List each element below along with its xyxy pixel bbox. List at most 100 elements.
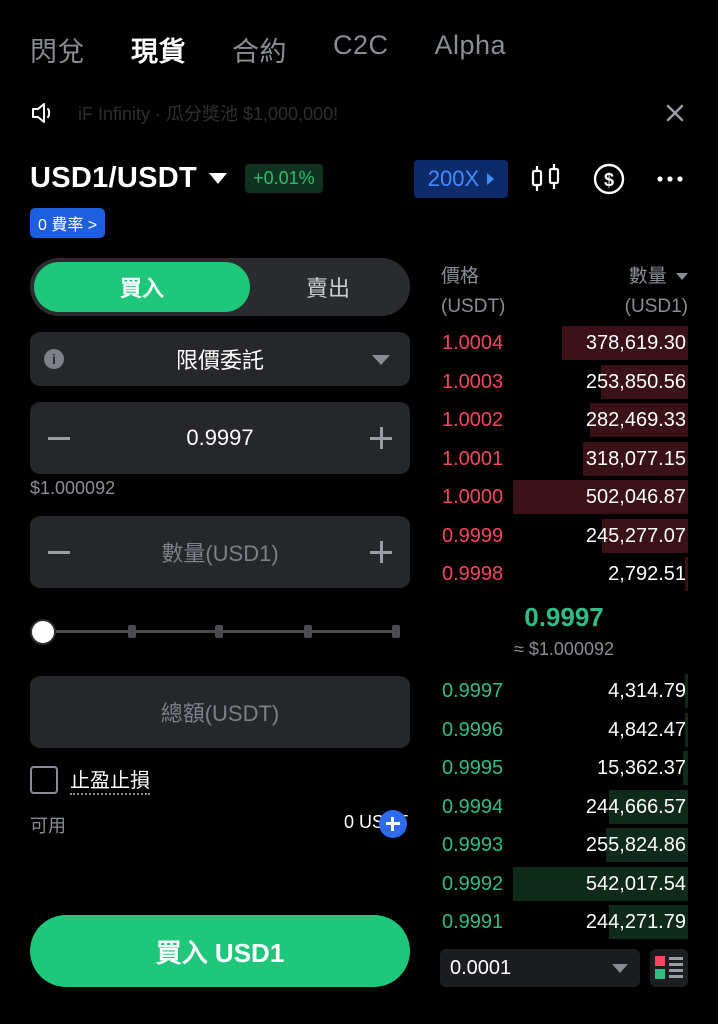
ask-price[interactable]: 1.0003 — [442, 371, 503, 394]
tab-convert[interactable]: 閃兌 — [30, 30, 85, 69]
bid-price[interactable]: 0.9992 — [442, 873, 503, 896]
more-icon[interactable] — [652, 161, 688, 197]
ask-price[interactable]: 1.0002 — [442, 409, 503, 432]
decrease-quantity-button[interactable] — [48, 551, 70, 554]
ask-price[interactable]: 0.9998 — [442, 563, 503, 586]
ask-row[interactable]: 1.0000 502,046.87 — [440, 480, 688, 514]
last-price: 0.9997 — [524, 602, 604, 632]
ask-row[interactable]: 1.0003 253,850.56 — [440, 364, 688, 399]
leverage-label: 200X — [427, 166, 480, 191]
ask-quantity[interactable]: 282,469.33 — [586, 409, 686, 432]
price-change-badge: +0.01% — [245, 164, 323, 193]
tab-c2c[interactable]: C2C — [333, 30, 389, 69]
tpsl-label[interactable]: 止盈止損 — [70, 764, 150, 795]
ask-row[interactable]: 1.0002 282,469.33 — [440, 403, 688, 437]
slider-tick-25[interactable] — [128, 625, 136, 638]
market-tabs: 閃兌 現貨 合約 C2C Alpha — [30, 30, 552, 69]
bid-price[interactable]: 0.9997 — [442, 680, 503, 703]
bid-quantity[interactable]: 542,017.54 — [586, 873, 686, 896]
orderbook-price-header: 價格 (USDT) — [441, 262, 505, 322]
price-step-select[interactable]: 0.0001 — [440, 949, 640, 987]
order-type-label: 限價委託 — [175, 348, 264, 373]
ask-row[interactable]: 1.0004 378,619.30 — [440, 326, 688, 360]
chevron-down-icon — [612, 964, 628, 973]
slider-tick-50[interactable] — [215, 625, 223, 638]
increase-quantity-button[interactable] — [370, 541, 392, 563]
sell-tab[interactable]: 賣出 — [250, 262, 406, 312]
ask-quantity[interactable]: 2,792.51 — [608, 563, 686, 586]
orderbook-layout-icon[interactable] — [650, 949, 688, 987]
bid-row[interactable]: 0.9997 4,314.79 — [440, 674, 688, 708]
ask-quantity[interactable]: 318,077.15 — [586, 448, 686, 471]
tab-spot[interactable]: 現貨 — [131, 30, 186, 69]
last-price-usd: ≈ $1.000092 — [514, 639, 614, 659]
bid-row[interactable]: 0.9996 4,842.47 — [440, 712, 688, 747]
tpsl-checkbox[interactable] — [30, 765, 58, 794]
ask-row[interactable]: 0.9999 245,277.07 — [440, 518, 688, 553]
bid-quantity[interactable]: 4,314.79 — [608, 680, 686, 703]
pair-header[interactable]: USD1/USDT +0.01% — [30, 162, 323, 195]
bid-price[interactable]: 0.9994 — [442, 796, 503, 819]
order-type-select[interactable]: i 限價委託 — [30, 332, 410, 386]
available-label: 可用 — [30, 816, 66, 836]
announcement-bar[interactable]: iF Infinity · 瓜分獎池 $1,000,000! — [30, 98, 690, 128]
tpsl-option[interactable]: 止盈止損 — [30, 764, 150, 795]
bid-row[interactable]: 0.9991 244,271.79 — [440, 905, 688, 939]
bid-row[interactable]: 0.9995 15,362.37 — [440, 751, 688, 785]
amount-slider-handle[interactable] — [30, 619, 56, 645]
bid-row[interactable]: 0.9994 244,666.57 — [440, 789, 688, 824]
chevron-right-icon — [487, 173, 495, 185]
price-input[interactable]: 0.9997 — [30, 402, 410, 474]
price-value[interactable]: 0.9997 — [186, 425, 253, 451]
ask-price[interactable]: 1.0000 — [442, 486, 503, 509]
price-header-label: 價格 — [441, 266, 480, 287]
ask-quantity[interactable]: 502,046.87 — [586, 486, 686, 509]
ask-row[interactable]: 1.0001 318,077.15 — [440, 441, 688, 476]
increase-price-button[interactable] — [370, 427, 392, 449]
add-funds-icon[interactable] — [379, 810, 407, 838]
dollar-circle-icon[interactable]: $ — [591, 161, 627, 197]
fee-rate-badge[interactable]: 0 費率 > — [30, 208, 106, 238]
buy-submit-button[interactable]: 買入 USD1 — [30, 915, 410, 987]
ask-row[interactable]: 0.9998 2,792.51 — [440, 557, 688, 591]
ask-price[interactable]: 1.0004 — [442, 332, 503, 355]
side-toggle: 買入 賣出 — [30, 258, 410, 316]
bid-quantity[interactable]: 244,666.57 — [586, 796, 686, 819]
quantity-input[interactable]: 數量(USD1) — [30, 516, 410, 588]
tab-alpha[interactable]: Alpha — [435, 30, 507, 69]
bid-quantity[interactable]: 4,842.47 — [608, 719, 686, 742]
ask-quantity[interactable]: 245,277.07 — [586, 525, 686, 548]
bid-row[interactable]: 0.9992 542,017.54 — [440, 866, 688, 901]
bid-price[interactable]: 0.9991 — [442, 911, 503, 934]
chevron-down-icon[interactable] — [209, 173, 228, 184]
info-icon[interactable]: i — [44, 349, 64, 369]
total-placeholder[interactable]: 總額(USDT) — [161, 696, 280, 728]
close-icon[interactable] — [660, 98, 690, 128]
bid-price[interactable]: 0.9996 — [442, 719, 503, 742]
bid-quantity[interactable]: 15,362.37 — [597, 757, 686, 780]
tab-futures[interactable]: 合約 — [232, 30, 287, 69]
ask-quantity[interactable]: 253,850.56 — [586, 371, 686, 394]
buy-tab[interactable]: 買入 — [34, 262, 250, 312]
bid-row[interactable]: 0.9993 255,824.86 — [440, 828, 688, 862]
bid-quantity[interactable]: 255,824.86 — [586, 834, 686, 857]
orderbook-qty-header[interactable]: 數量 (USD1) — [625, 262, 688, 322]
leverage-button[interactable]: 200X — [414, 160, 508, 198]
candlestick-chart-icon[interactable] — [528, 161, 564, 197]
speaker-icon — [32, 103, 51, 123]
bid-price[interactable]: 0.9993 — [442, 834, 503, 857]
bid-price[interactable]: 0.9995 — [442, 757, 503, 780]
slider-tick-100[interactable] — [392, 625, 400, 638]
decrease-price-button[interactable] — [48, 437, 70, 440]
price-usd-value: $1.000092 — [30, 478, 116, 498]
quantity-placeholder[interactable]: 數量(USD1) — [161, 536, 278, 568]
ask-price[interactable]: 1.0001 — [442, 448, 503, 471]
bid-quantity[interactable]: 244,271.79 — [586, 911, 686, 934]
svg-text:$: $ — [604, 170, 614, 190]
ask-quantity[interactable]: 378,619.30 — [586, 332, 686, 355]
slider-tick-75[interactable] — [304, 625, 312, 638]
pair-name[interactable]: USD1/USDT — [30, 162, 197, 195]
last-price-block[interactable]: 0.9997 ≈ $1.000092 — [440, 602, 688, 660]
ask-price[interactable]: 0.9999 — [442, 525, 503, 548]
total-input[interactable]: 總額(USDT) — [30, 676, 410, 748]
